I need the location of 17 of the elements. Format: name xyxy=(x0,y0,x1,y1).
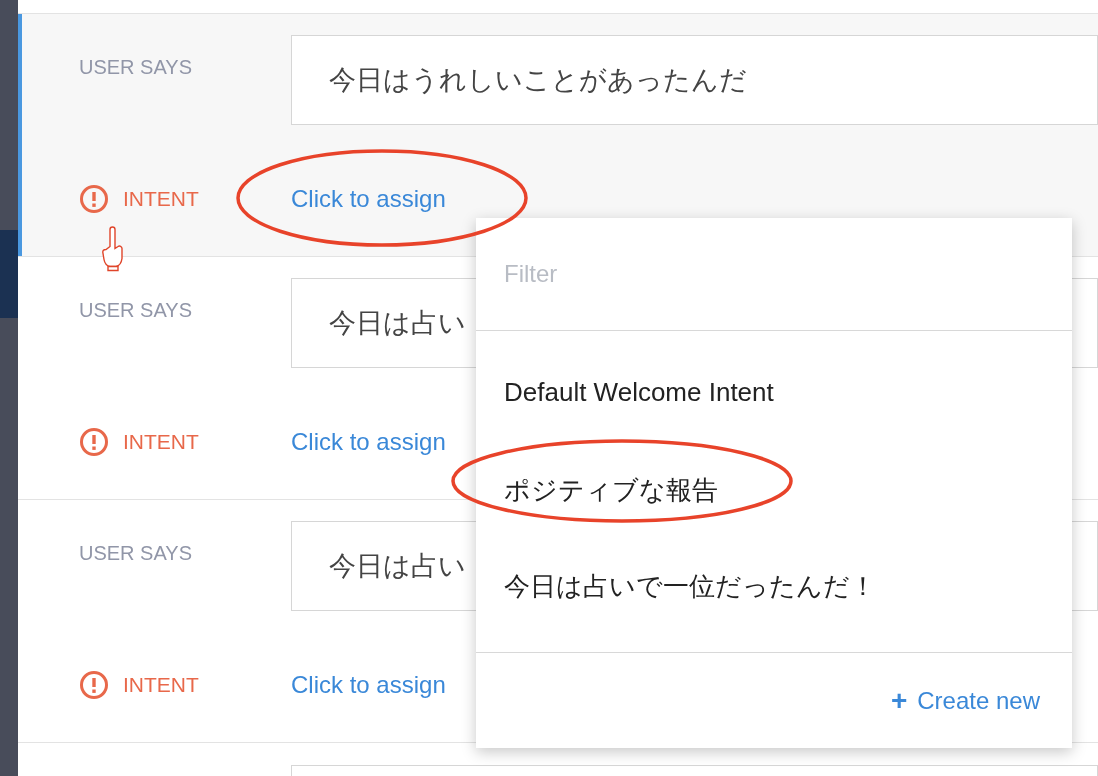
intent-option[interactable]: 今日は占いで一位だったんだ！ xyxy=(504,569,876,604)
intent-option[interactable]: Default Welcome Intent xyxy=(504,377,774,408)
intent-label: INTENT xyxy=(123,187,200,211)
warning-icon xyxy=(79,670,109,700)
assign-link[interactable]: Click to assign xyxy=(291,428,446,456)
create-new-button[interactable]: + Create new xyxy=(890,684,1040,717)
warning-icon xyxy=(79,427,109,457)
filter-field[interactable]: Filter xyxy=(476,218,1072,331)
intent-label: INTENT xyxy=(123,430,200,454)
warning-icon xyxy=(79,184,109,214)
intent-label: INTENT xyxy=(123,673,200,697)
user-says-label: USER SAYS xyxy=(79,542,193,565)
utterance-row[interactable]: USER SAYS 今日はうれしいことがあったんだ INTENT Click to assign xyxy=(18,14,1098,257)
assign-link[interactable]: Click to assign xyxy=(291,671,446,699)
user-says-label: USER SAYS xyxy=(79,299,193,322)
phrase-field[interactable]: 今日はうれしいことがあったんだ xyxy=(291,35,1098,125)
user-says-label: USER SAYS xyxy=(79,56,193,79)
